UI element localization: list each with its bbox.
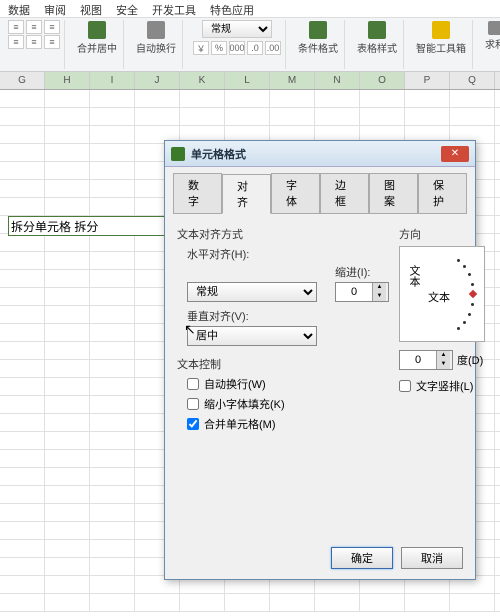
cell-format-dialog: 单元格格式 ✕ 数字 对齐 字体 边框 图案 保护 文本对齐方式 水平对齐(H)… [164, 140, 476, 580]
tab-font[interactable]: 字体 [271, 173, 320, 213]
indent-label: 缩进(I): [335, 264, 389, 280]
dialog-titlebar[interactable]: 单元格格式 ✕ [165, 141, 475, 167]
close-icon[interactable]: ✕ [441, 146, 469, 162]
tab-pattern[interactable]: 图案 [369, 173, 418, 213]
dialog-title: 单元格格式 [191, 146, 435, 162]
vertical-text-checkbox-row[interactable]: 文字竖排(L) [399, 378, 485, 394]
wrap-text-button[interactable]: 自动换行 [134, 20, 178, 56]
number-format-select[interactable]: 常规 [202, 20, 272, 38]
col-o[interactable]: O [360, 72, 405, 89]
cancel-button[interactable]: 取消 [401, 547, 463, 569]
orient-handle-icon[interactable] [469, 290, 477, 298]
h-align-label: 水平对齐(H): [187, 246, 389, 262]
merge-center-button[interactable]: 合并居中 [75, 20, 119, 56]
comma-icon[interactable]: 000 [229, 41, 245, 55]
h-align-select[interactable]: 常规 [187, 282, 317, 302]
menu-bar: 数据 审阅 视图 安全 开发工具 特色应用 [0, 0, 500, 18]
grid-row[interactable] [0, 594, 500, 612]
tab-border[interactable]: 边框 [320, 173, 369, 213]
tab-number[interactable]: 数字 [173, 173, 222, 213]
indent-input[interactable] [336, 283, 372, 301]
merge-checkbox[interactable] [187, 418, 199, 430]
orient-vertical-text: 文本 [406, 265, 422, 287]
shrink-checkbox[interactable] [187, 398, 199, 410]
col-m[interactable]: M [270, 72, 315, 89]
ok-button[interactable]: 确定 [331, 547, 393, 569]
degree-stepper[interactable]: ▲▼ [399, 350, 453, 370]
align-left-icon[interactable]: ≡ [8, 35, 24, 49]
align-top-icon[interactable]: ≡ [8, 20, 24, 34]
wrap-checkbox[interactable] [187, 378, 199, 390]
degree-label: 度(D) [457, 352, 483, 368]
dialog-icon [171, 147, 185, 161]
col-k[interactable]: K [180, 72, 225, 89]
grid-row[interactable] [0, 108, 500, 126]
col-g[interactable]: G [0, 72, 45, 89]
v-align-label: 垂直对齐(V): [187, 308, 389, 324]
dialog-tabs: 数字 对齐 字体 边框 图案 保护 [165, 167, 475, 213]
orientation-control[interactable]: 文本 文本 [399, 246, 485, 342]
menu-devtools[interactable]: 开发工具 [152, 2, 196, 15]
percent-icon[interactable]: % [211, 41, 227, 55]
col-l[interactable]: L [225, 72, 270, 89]
col-q[interactable]: Q [450, 72, 495, 89]
cond-format-button[interactable]: 条件格式 [296, 20, 340, 56]
col-h[interactable]: H [45, 72, 90, 89]
deg-down-icon[interactable]: ▼ [436, 360, 450, 369]
currency-icon[interactable]: ￥ [193, 41, 209, 55]
merge-checkbox-row[interactable]: 合并单元格(M) [187, 416, 389, 432]
col-n[interactable]: N [315, 72, 360, 89]
tab-alignment[interactable]: 对齐 [222, 174, 271, 214]
dec-inc-icon[interactable]: .0 [247, 41, 263, 55]
degree-input[interactable] [400, 351, 436, 369]
ribbon: ≡ ≡ ≡ ≡ ≡ ≡ 合并居中 自动换行 常规 ￥ % 000 .0 .00 … [0, 18, 500, 72]
smart-toolbox-button[interactable]: 智能工具箱 [414, 20, 468, 56]
vertical-text-checkbox[interactable] [399, 380, 411, 392]
section-text-align: 文本对齐方式 [177, 226, 389, 242]
align-right-icon[interactable]: ≡ [44, 35, 60, 49]
tab-protect[interactable]: 保护 [418, 173, 467, 213]
table-style-button[interactable]: 表格样式 [355, 20, 399, 56]
section-direction: 方向 [399, 226, 485, 242]
wrap-checkbox-row[interactable]: 自动换行(W) [187, 376, 389, 392]
indent-stepper[interactable]: ▲▼ [335, 282, 389, 302]
col-i[interactable]: I [90, 72, 135, 89]
col-p[interactable]: P [405, 72, 450, 89]
grid-row[interactable] [0, 90, 500, 108]
sum-button[interactable]: 求和 [483, 20, 500, 52]
section-text-control: 文本控制 [177, 356, 389, 372]
dec-dec-icon[interactable]: .00 [265, 41, 281, 55]
align-mid-icon[interactable]: ≡ [26, 20, 42, 34]
v-align-select[interactable]: 居中 [187, 326, 317, 346]
deg-up-icon[interactable]: ▲ [436, 351, 450, 360]
merged-cell[interactable]: 拆分单元格 拆分 [8, 216, 168, 236]
menu-security[interactable]: 安全 [116, 2, 138, 15]
col-j[interactable]: J [135, 72, 180, 89]
indent-down-icon[interactable]: ▼ [372, 292, 386, 301]
menu-special[interactable]: 特色应用 [210, 2, 254, 15]
column-headers: G H I J K L M N O P Q [0, 72, 500, 90]
menu-review[interactable]: 审阅 [44, 2, 66, 15]
menu-data[interactable]: 数据 [8, 2, 30, 15]
menu-view[interactable]: 视图 [80, 2, 102, 15]
align-bot-icon[interactable]: ≡ [44, 20, 60, 34]
align-center-icon[interactable]: ≡ [26, 35, 42, 49]
shrink-checkbox-row[interactable]: 缩小字体填充(K) [187, 396, 389, 412]
indent-up-icon[interactable]: ▲ [372, 283, 386, 292]
